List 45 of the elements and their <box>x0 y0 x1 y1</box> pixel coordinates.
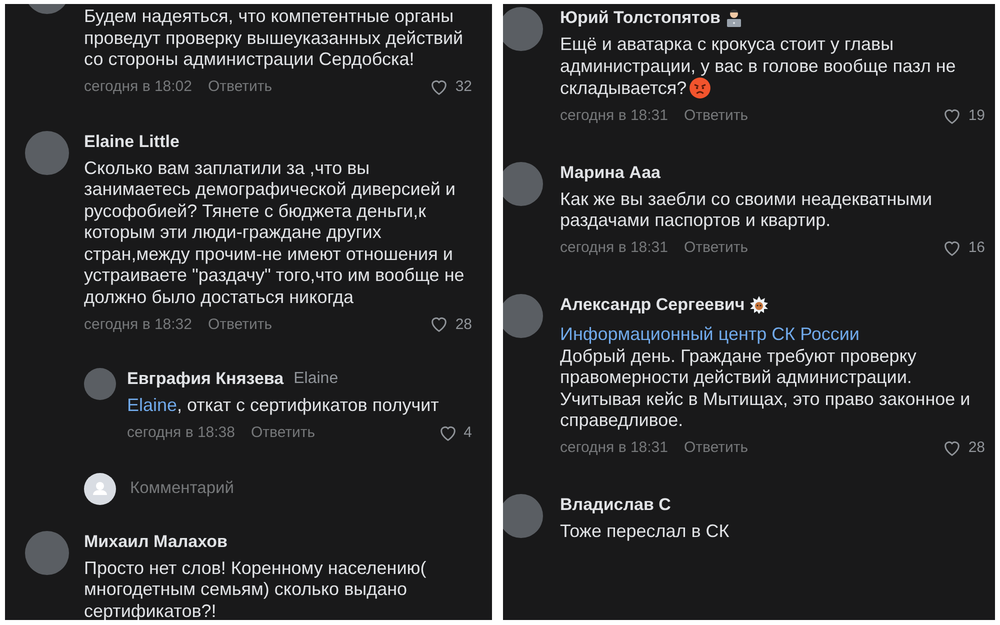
comment-text: Elaine, откат с сертификатов получит <box>127 395 440 416</box>
like-count: 28 <box>455 316 472 332</box>
reply-link[interactable]: Ответить <box>684 439 748 456</box>
comment-time: сегодня в 18:31 <box>560 239 668 256</box>
comment-time: сегодня в 18:31 <box>560 107 668 124</box>
comment-text: Тоже переслал в СК <box>560 520 730 542</box>
like-count: 19 <box>968 107 985 124</box>
comment-text: Сколько вам заплатили за ,что вы занимаетесь демографической диверсией и русофобией? Тянете с бюджета деньги,к которым эти люди-граждане других стран,между прочим-не имеют отношения и устраиваете "раздачу" того,что им вообще не должно было достаться никогда <box>84 158 466 308</box>
avatar-photo-placeholder[interactable] <box>25 130 69 174</box>
author-name[interactable]: Юрий Толстопятов <box>560 8 720 28</box>
author-name[interactable]: Владислав С <box>560 494 671 514</box>
comment-time: сегодня в 18:32 <box>84 316 192 332</box>
author-name[interactable]: Марина Ааа <box>560 162 660 182</box>
avatar-photo-placeholder[interactable] <box>25 530 69 574</box>
author-name[interactable]: Александр Сергеевич <box>560 294 745 314</box>
comment-text: Как же вы заебли со своими неадекватными раздачами паспортов и квартир. <box>560 188 934 232</box>
mention-link[interactable]: Elaine <box>127 395 178 415</box>
comment-text: Добрый день. Граждане требуют проверку правомерности действий администрации. Учитывая кейс в Мытищах, это право законное и справедливое. <box>560 346 972 432</box>
user-avatar-icon <box>84 472 116 504</box>
comment-text: Будем надеяться, что компетентные органы проведут проверку вышеуказанных действий со стороны администрации Сердобска! <box>84 6 464 70</box>
avatar-photo-placeholder[interactable] <box>503 7 543 51</box>
reply-link[interactable]: Ответить <box>208 316 272 332</box>
author-name[interactable]: Евграфия Князева <box>127 369 284 389</box>
avatar-photo-placeholder[interactable] <box>503 162 543 206</box>
avatar-photo-placeholder[interactable] <box>84 368 116 400</box>
author-name[interactable]: Elaine Little <box>84 132 180 152</box>
like-count: 4 <box>464 424 472 441</box>
author-name[interactable]: Михаил Малахов <box>84 532 228 552</box>
reply-link[interactable]: Ответить <box>684 239 748 256</box>
like-count: 32 <box>455 78 472 95</box>
like-count: 16 <box>968 239 985 256</box>
comment-time: сегодня в 18:02 <box>84 78 192 95</box>
comment-text: Просто нет слов! Коренному населению( многодетным семьям) сколько выдано сертификатов?! <box>84 558 428 620</box>
like-count: 28 <box>968 439 985 456</box>
comment-time: сегодня в 18:31 <box>560 439 668 456</box>
reply-link[interactable]: Ответить <box>684 107 748 124</box>
comment-time: сегодня в 18:38 <box>127 424 235 441</box>
avatar-photo-placeholder[interactable] <box>503 294 543 338</box>
avatar-photo-placeholder[interactable] <box>503 494 543 538</box>
comment-input-field[interactable]: Комментарий <box>130 475 380 502</box>
reply-link[interactable]: Ответить <box>208 78 272 95</box>
comment-text: Ещё и аватарка с крокуса стоит у главы администрации, у вас в голове вообще пазл не складывается? <box>560 34 957 100</box>
reply-link[interactable]: Ответить <box>251 424 316 441</box>
reply-to-name[interactable]: Elaine <box>294 370 338 388</box>
mention-link[interactable]: Информационный центр СК России <box>560 322 985 346</box>
